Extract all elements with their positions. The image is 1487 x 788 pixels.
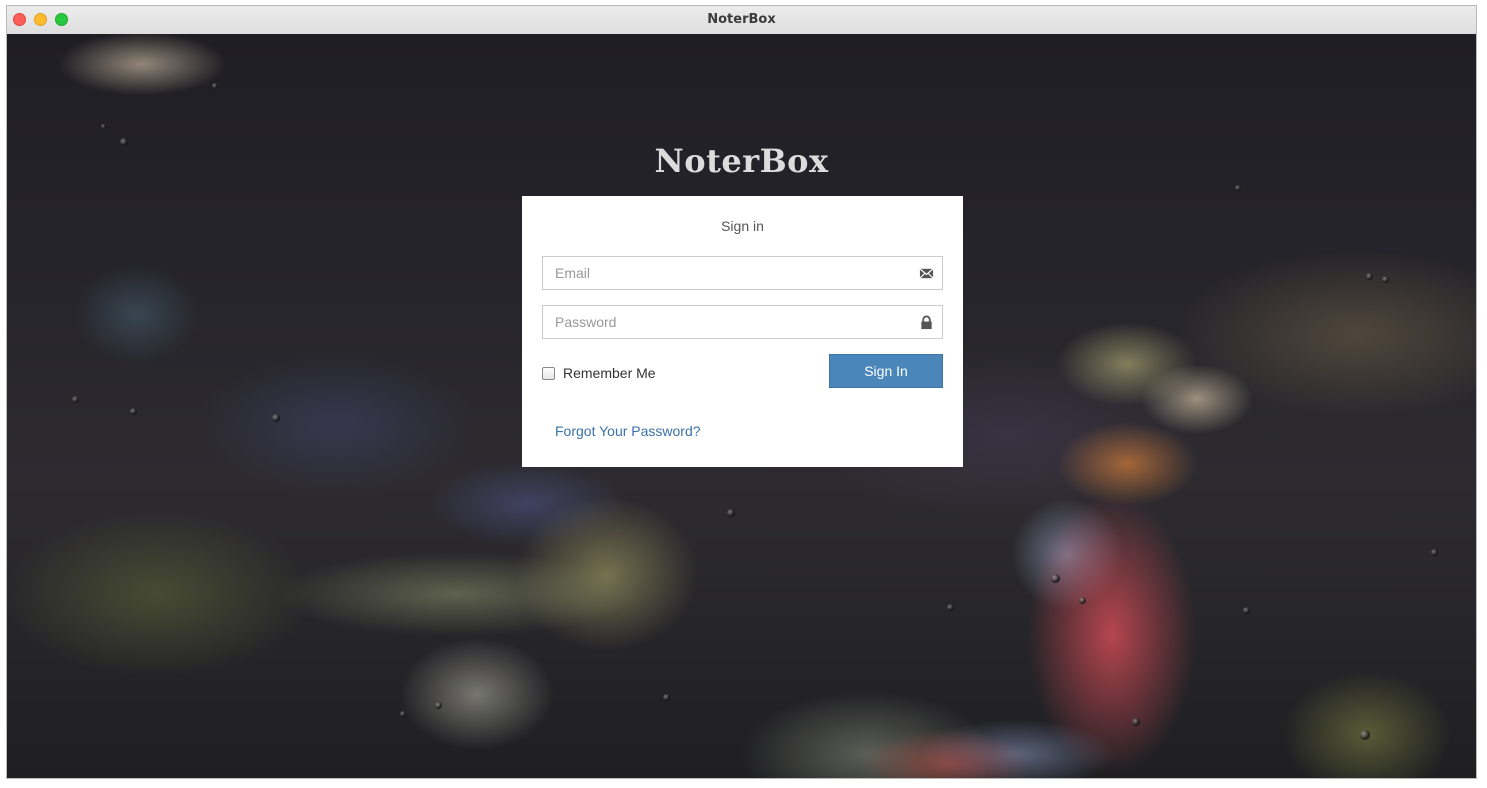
lock-icon: [921, 315, 932, 330]
raindrop-decoration: [212, 83, 218, 89]
raindrop-decoration: [72, 396, 79, 403]
raindrop-decoration: [1243, 607, 1250, 614]
signin-heading: Sign in: [721, 218, 764, 234]
raindrop-decoration: [663, 694, 670, 701]
raindrop-decoration: [1382, 276, 1389, 283]
email-input[interactable]: [543, 257, 942, 289]
raindrop-decoration: [435, 702, 442, 709]
raindrop-decoration: [1132, 718, 1140, 726]
raindrop-decoration: [1360, 730, 1370, 740]
forgot-password-link[interactable]: Forgot Your Password?: [555, 423, 701, 439]
raindrop-decoration: [1079, 597, 1086, 604]
raindrop-decoration: [947, 604, 954, 611]
raindrop-decoration: [1235, 185, 1241, 191]
envelope-icon: [919, 268, 934, 279]
remember-me-label[interactable]: Remember Me: [563, 365, 656, 381]
remember-me-row[interactable]: Remember Me: [542, 365, 656, 381]
title-bar[interactable]: NoterBox: [7, 6, 1476, 35]
raindrop-decoration: [130, 408, 137, 415]
raindrop-decoration: [101, 124, 106, 129]
app-logo-text: NoterBox: [654, 142, 829, 180]
window-title: NoterBox: [707, 12, 776, 27]
login-background: NoterBox Sign in Remembe: [7, 34, 1476, 778]
raindrop-decoration: [400, 711, 406, 717]
raindrop-decoration: [272, 414, 280, 422]
password-input[interactable]: [543, 306, 942, 338]
raindrop-decoration: [1051, 574, 1060, 583]
sign-in-button[interactable]: Sign In: [829, 354, 943, 388]
raindrop-decoration: [1431, 549, 1438, 556]
signin-panel: Sign in Remember Me Si: [522, 196, 963, 467]
app-window: NoterBox NoterBox Sign in Email Remember…: [6, 5, 1477, 779]
password-field[interactable]: [542, 305, 943, 339]
raindrop-decoration: [1366, 273, 1373, 280]
remember-me-checkbox[interactable]: [542, 366, 555, 380]
raindrop-decoration: [727, 509, 735, 517]
email-field[interactable]: [542, 256, 943, 290]
